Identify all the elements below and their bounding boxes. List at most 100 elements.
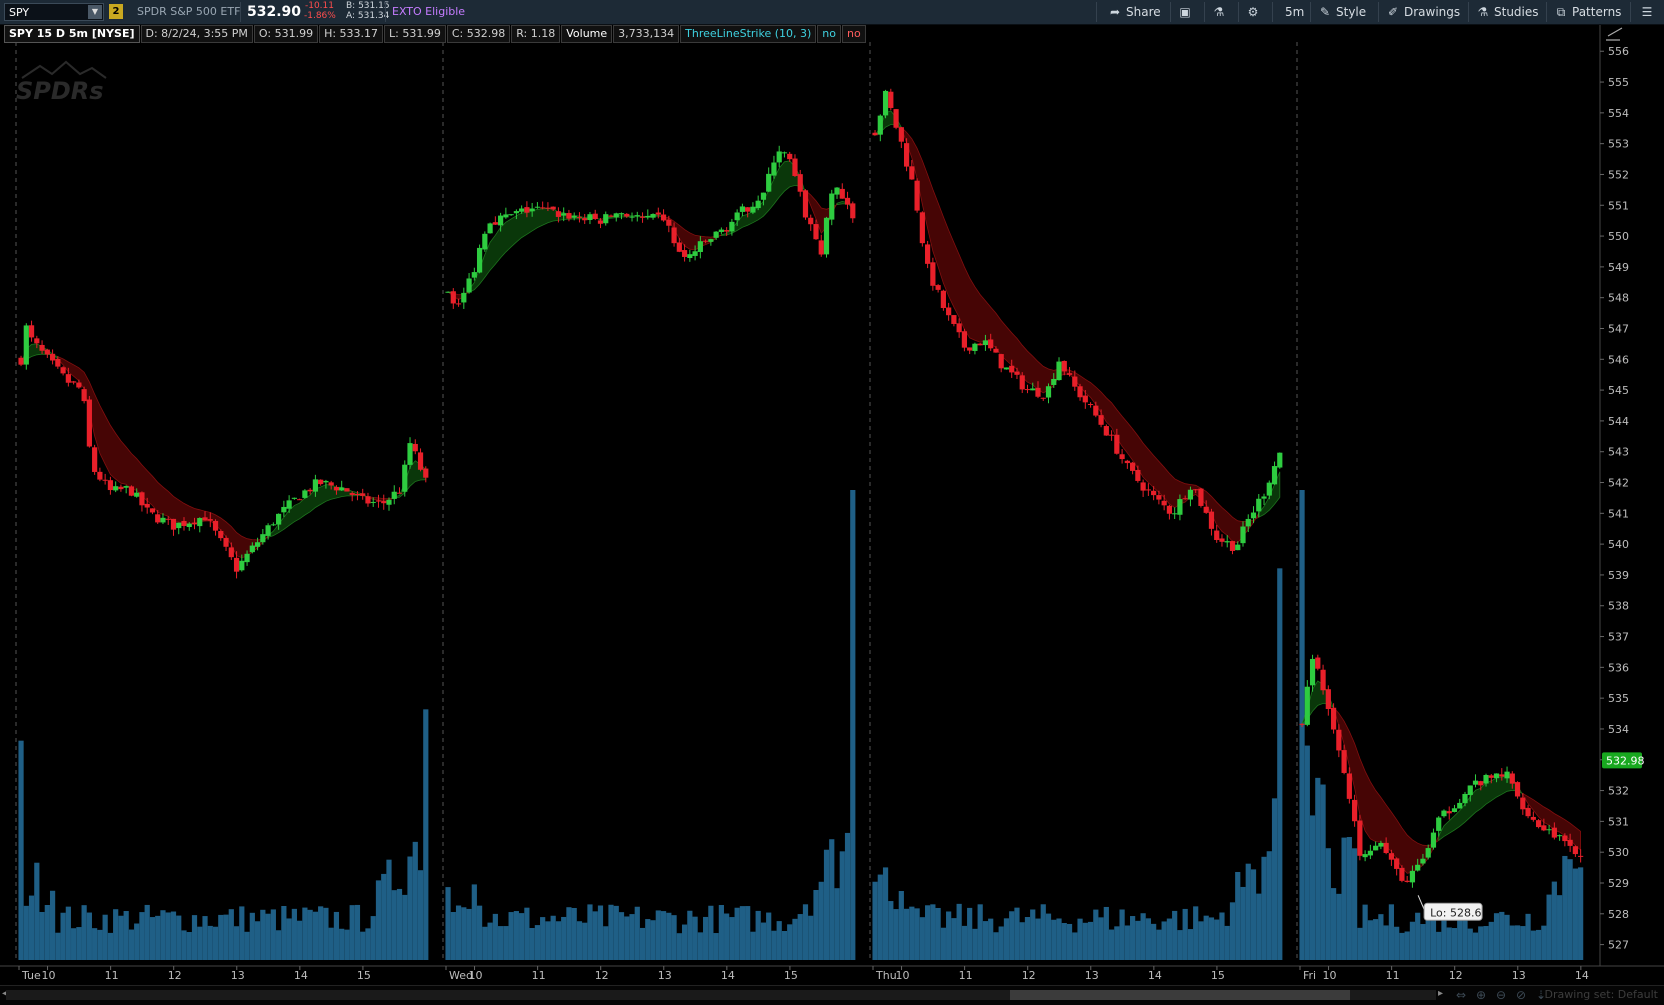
volume-bar [1087,921,1094,960]
exto-eligible-badge[interactable]: EXTO Eligible [392,0,465,24]
studies-button[interactable]: ⚗ Studies [1476,0,1539,24]
price-tick-label: 534 [1608,723,1629,736]
style-button[interactable]: ✎ Style [1318,0,1366,24]
timeframe-button[interactable]: 5m [1285,0,1304,24]
candle-body [1478,781,1484,786]
candle-body [967,347,973,351]
candle-body [498,215,504,226]
candle-body [1019,375,1025,390]
volume-bar [1357,927,1363,960]
candle-body [1535,820,1542,828]
candle-body [592,213,598,219]
volume-bar [534,925,541,960]
candle-body [1578,855,1584,857]
spdr-logo-watermark: SPDRs [16,60,107,105]
candle-body [1266,482,1272,496]
time-tick-label: 10 [1323,969,1337,982]
settings-button[interactable]: ⚙ [1246,0,1264,24]
candle-body [18,357,24,365]
volume-bar [1108,929,1115,960]
net-change: -10.11 [304,1,334,11]
volume-bar [391,890,397,960]
volume-bar [872,881,878,960]
volume-bar [233,926,240,960]
volume-bar [92,928,98,960]
candle-body [802,190,809,218]
zoom-reset-icon[interactable]: ⊘ [1516,988,1526,1002]
volume-bar [71,928,77,960]
candle-body [624,213,630,217]
candle-body [1336,729,1342,751]
volume-bar [1024,917,1031,960]
chart-title[interactable]: SPY 15 D 5m [NYSE] [4,25,140,43]
candle-body [1457,802,1463,809]
candle-body [212,520,219,531]
candle-body [1130,462,1136,471]
time-scrollbar[interactable]: ◂ ▸ ⇔ ⊕ ⊖ ⊘ ⇣ Drawing set: Default [0,985,1664,1005]
candle-body [461,292,467,303]
candle-body [1330,707,1337,730]
candle-body [993,348,999,353]
share-button[interactable]: ➦ Share [1108,0,1161,24]
zoom-in-icon[interactable]: ⊕ [1476,988,1486,1002]
price-tick-label: 553 [1608,138,1629,151]
candle-body [1493,773,1500,779]
volume-label[interactable]: Volume [561,25,613,43]
study-label[interactable]: ThreeLineStrike (10, 3) [680,25,817,43]
volume-bar [1177,930,1183,960]
price-tick-label: 536 [1608,661,1629,674]
candle-body [207,519,213,521]
volume-bar [956,903,962,960]
divider [1170,2,1171,22]
volume-bar [508,912,514,960]
volume-bar [218,914,224,960]
patterns-button[interactable]: ⧉ Patterns [1554,0,1622,24]
candle-body [629,216,635,218]
volume-bar [123,911,129,960]
volume-bar [639,927,646,960]
price-tick-label: 556 [1608,45,1629,58]
volume-bar [734,907,740,960]
volume-bar [550,915,556,960]
candle-body [1040,397,1046,399]
time-tick-label: 11 [532,969,546,982]
candle-body [450,291,456,304]
volume-bar [561,916,567,960]
menu-button[interactable]: ☰ [1640,0,1658,24]
volume-bar [925,905,931,960]
volume-bar [139,912,145,960]
fit-icon[interactable]: ⇔ [1456,988,1466,1002]
price-change: -10.11 -1.86% [304,1,336,23]
candle-body [1373,845,1379,851]
volume-bar [818,881,824,960]
lab-button[interactable]: ⚗ [1212,0,1230,24]
candle-body [888,91,894,108]
volume-bar [39,911,45,960]
candle-body [407,443,413,465]
price-tick-label: 543 [1608,446,1629,459]
volume-bar [1208,917,1215,960]
candle-body [766,173,772,192]
price-tick-label: 537 [1608,631,1629,644]
volume-bar [1462,920,1468,960]
drawing-set-label[interactable]: Drawing set: Default [1545,988,1658,1001]
scroll-thumb[interactable] [1010,990,1350,1000]
drawings-button[interactable]: ✐ Drawings [1386,0,1460,24]
snapshot-button[interactable]: ▣ [1178,0,1196,24]
candle-body [1409,870,1416,883]
price-chart[interactable]: 5275285295305315325335345355365375385395… [0,0,1664,1004]
zoom-out-icon[interactable]: ⊖ [1496,988,1506,1002]
scroll-right-arrow[interactable]: ▸ [1438,988,1443,999]
time-tick-label: 15 [1211,969,1225,982]
volume-bar [739,906,746,960]
chevron-down-icon[interactable]: ▼ [88,5,102,19]
candle-body [270,524,276,526]
volume-bar [276,930,282,960]
link-group-badge[interactable]: 2 [109,4,123,19]
candle-body [1299,723,1305,725]
volume-bar [1404,931,1410,960]
volume-bar [297,920,303,960]
volume-bar [1119,909,1125,960]
symbol-input[interactable]: SPY ▼ [4,3,104,21]
volume-bar [49,890,56,960]
